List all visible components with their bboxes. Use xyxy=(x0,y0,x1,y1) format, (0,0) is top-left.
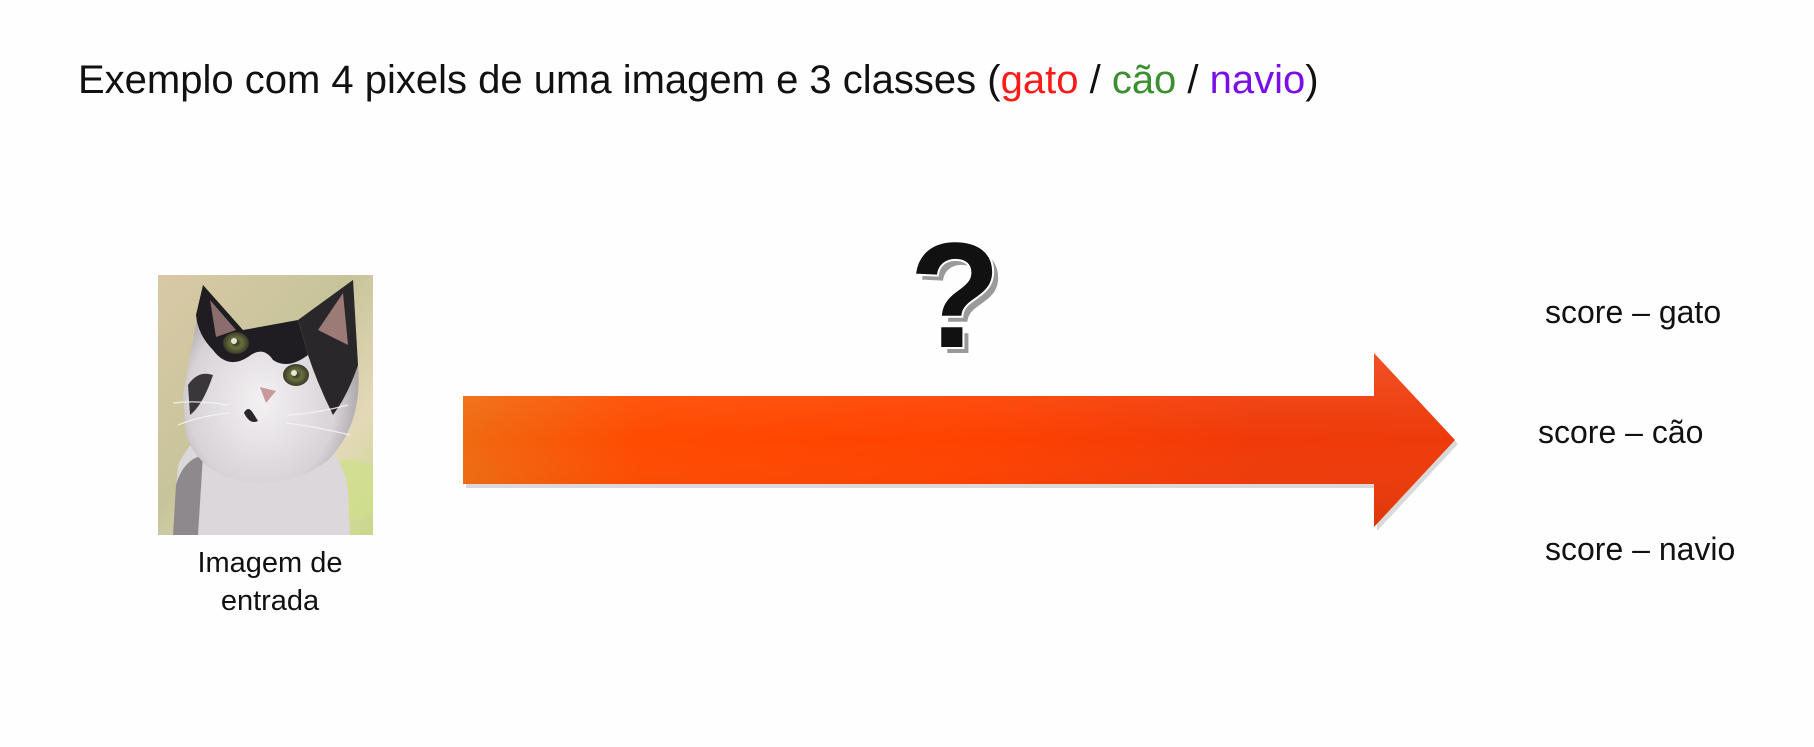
cat-photo-icon xyxy=(158,275,373,535)
title-class-navio: navio xyxy=(1209,58,1306,102)
question-mark-label: ? ? xyxy=(907,215,1007,370)
image-caption-line-2: entrada xyxy=(220,585,320,617)
right-arrow-icon xyxy=(463,353,1458,531)
image-caption-line-1: Imagem de xyxy=(197,547,343,579)
title-separator-1: / xyxy=(1078,58,1112,102)
question-mark-text: ? xyxy=(909,215,1001,370)
score-cao-label: score – cão xyxy=(1538,414,1704,450)
score-navio-label: score – navio xyxy=(1545,531,1736,567)
title-class-gato: gato xyxy=(1000,58,1079,102)
title-separator-2: / xyxy=(1176,58,1210,102)
title-class-cao: cão xyxy=(1111,58,1177,102)
title-prefix: Exemplo com 4 pixels de uma imagem e 3 c… xyxy=(78,58,1001,102)
title-suffix: ) xyxy=(1305,58,1319,102)
slide-title: Exemplo com 4 pixels de uma imagem e 3 c… xyxy=(78,52,1319,108)
score-gato-label: score – gato xyxy=(1545,294,1722,330)
image-caption: Imagem de entrada xyxy=(150,544,390,620)
